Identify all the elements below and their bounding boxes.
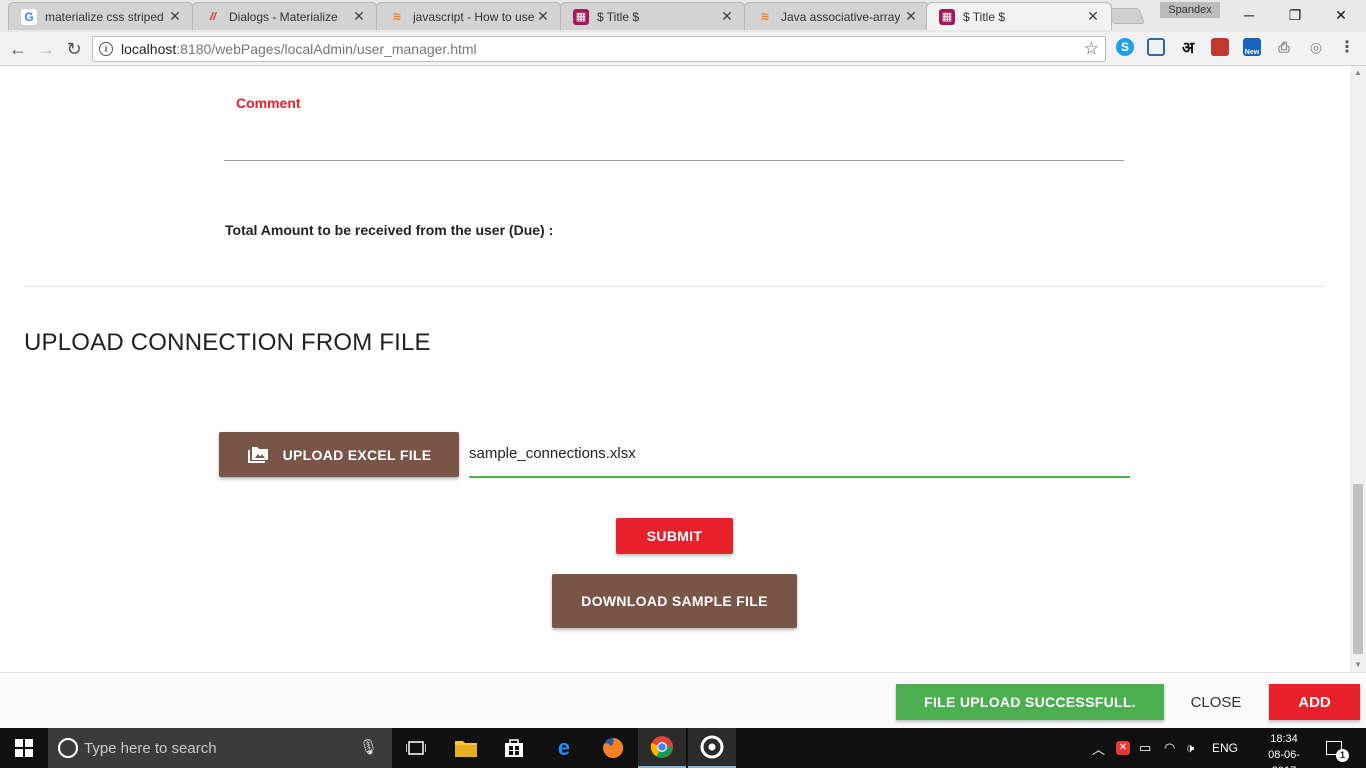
browser-tab[interactable]: // Dialogs - Materialize ✕ (192, 2, 378, 30)
browser-tab[interactable]: ≋ javascript - How to use ✕ (376, 2, 562, 30)
tab-title: $ Title $ (597, 9, 640, 24)
file-path-input[interactable]: sample_connections.xlsx (469, 432, 1130, 478)
tab-title: Java associative-array - (781, 9, 903, 24)
materialize-icon: // (209, 10, 217, 23)
book-extension-icon[interactable] (1211, 38, 1229, 56)
taskbar-search-box[interactable]: Type here to search 🎙 (48, 728, 392, 768)
app-icon: ▦ (573, 8, 589, 25)
page-scrollbar[interactable]: ▲ ▼ (1350, 66, 1366, 672)
clock-time: 18:34 (1270, 733, 1298, 745)
scroll-thumb[interactable] (1353, 484, 1363, 654)
close-tab-icon[interactable]: ✕ (351, 8, 367, 25)
url-text: localhost:8180/webPages/localAdmin/user_… (121, 41, 477, 57)
store-icon[interactable] (490, 728, 538, 768)
screen-capture-extension-icon[interactable] (1147, 38, 1165, 56)
browser-tab-active[interactable]: ▦ $ Title $ ✕ (926, 2, 1112, 30)
google-icon: G (21, 8, 37, 25)
folder-image-icon (247, 446, 268, 463)
stackoverflow-icon: ≋ (760, 11, 770, 23)
system-clock[interactable]: 18:34 08-06-2017 (1258, 731, 1310, 779)
section-divider (24, 286, 1324, 287)
close-tab-icon[interactable]: ✕ (167, 8, 183, 25)
windows-start-icon[interactable] (0, 728, 48, 768)
tab-title: javascript - How to use (413, 9, 535, 24)
windows-taskbar: Type here to search 🎙 e ︿ ✕ ▭ ◠ 🕩 ENG 18… (0, 728, 1366, 777)
minimize-icon[interactable]: ─ (1226, 0, 1272, 30)
menu-kebab-icon[interactable]: ⋮ (1338, 38, 1356, 56)
edge-icon[interactable]: e (540, 728, 588, 768)
antivirus-tray-icon[interactable]: ✕ (1116, 728, 1130, 768)
browser-tab[interactable]: ▦ $ Title $ ✕ (560, 2, 746, 30)
close-tab-icon[interactable]: ✕ (535, 8, 551, 25)
microphone-icon[interactable]: 🎙 (359, 738, 378, 756)
new-tab-button[interactable] (1107, 8, 1145, 24)
upload-success-toast: FILE UPLOAD SUCCESSFULL. (896, 684, 1164, 720)
notification-count-badge: 1 (1336, 749, 1349, 762)
browser-tab-strip: G materialize css striped ✕ // Dialogs -… (0, 0, 1366, 32)
info-icon[interactable]: i (99, 42, 113, 56)
bookmark-star-icon[interactable]: ☆ (1084, 39, 1099, 59)
forward-arrow-icon[interactable]: → (35, 38, 57, 60)
comment-input[interactable] (224, 160, 1124, 161)
tab-title: $ Title $ (963, 9, 1006, 24)
battery-icon[interactable]: ▭ (1139, 728, 1151, 768)
restore-icon[interactable]: ❐ (1272, 0, 1318, 30)
inbox-extension-icon[interactable]: ⎙ (1275, 38, 1293, 56)
close-window-icon[interactable]: ✕ (1318, 0, 1364, 30)
submit-button[interactable]: SUBMIT (616, 518, 733, 554)
modal-footer: FILE UPLOAD SUCCESSFULL. CLOSE ADD (0, 672, 1366, 728)
new-extension-icon[interactable]: New (1243, 38, 1261, 56)
back-arrow-icon[interactable]: ← (7, 38, 29, 60)
chrome-icon[interactable] (638, 728, 686, 768)
page-content: Comment Total Amount to be received from… (0, 66, 1350, 672)
show-hidden-icons-chevron-icon[interactable]: ︿ (1092, 728, 1105, 768)
firefox-icon[interactable] (589, 728, 637, 768)
add-button[interactable]: ADD (1269, 684, 1360, 720)
close-button[interactable]: CLOSE (1180, 684, 1252, 720)
comment-label: Comment (236, 95, 301, 111)
upload-excel-button[interactable]: UPLOAD EXCEL FILE (219, 432, 459, 477)
stackoverflow-icon: ≋ (392, 11, 402, 23)
language-indicator[interactable]: ENG (1212, 728, 1238, 768)
profile-badge[interactable]: Spandex (1160, 2, 1220, 18)
close-tab-icon[interactable]: ✕ (903, 8, 919, 25)
close-tab-icon[interactable]: ✕ (1085, 8, 1101, 25)
app-icon: ▦ (939, 8, 955, 25)
reload-icon[interactable]: ↻ (63, 38, 85, 60)
scroll-up-icon[interactable]: ▲ (1350, 66, 1366, 80)
upload-excel-label: UPLOAD EXCEL FILE (282, 446, 432, 463)
action-center-icon[interactable]: 1 (1322, 728, 1349, 768)
address-bar[interactable]: i localhost:8180/webPages/localAdmin/use… (92, 36, 1106, 62)
tab-title: Dialogs - Materialize (229, 9, 338, 24)
file-explorer-icon[interactable] (442, 728, 490, 768)
clock-date: 08-06-2017 (1268, 749, 1300, 777)
hindi-input-extension-icon[interactable]: अ (1179, 38, 1197, 57)
media-app-icon[interactable] (688, 728, 736, 768)
download-sample-button[interactable]: DOWNLOAD SAMPLE FILE (552, 574, 797, 628)
volume-icon[interactable]: 🕩 (1186, 728, 1194, 768)
task-view-icon[interactable] (392, 728, 440, 768)
upload-section-title: UPLOAD CONNECTION FROM FILE (24, 329, 431, 356)
wifi-icon[interactable]: ◠ (1164, 728, 1175, 768)
scroll-down-icon[interactable]: ▼ (1350, 658, 1366, 672)
taskbar-search-placeholder: Type here to search (84, 739, 217, 757)
skype-extension-icon[interactable]: S (1116, 38, 1134, 56)
cortana-icon (58, 738, 78, 758)
browser-tab[interactable]: G materialize css striped ✕ (8, 2, 194, 30)
browser-tab[interactable]: ≋ Java associative-array - ✕ (744, 2, 930, 30)
total-due-label: Total Amount to be received from the use… (225, 222, 554, 238)
tab-title: materialize css striped (45, 9, 164, 24)
close-tab-icon[interactable]: ✕ (719, 8, 735, 25)
hidden-eye-extension-icon[interactable]: ◎ (1307, 38, 1325, 56)
